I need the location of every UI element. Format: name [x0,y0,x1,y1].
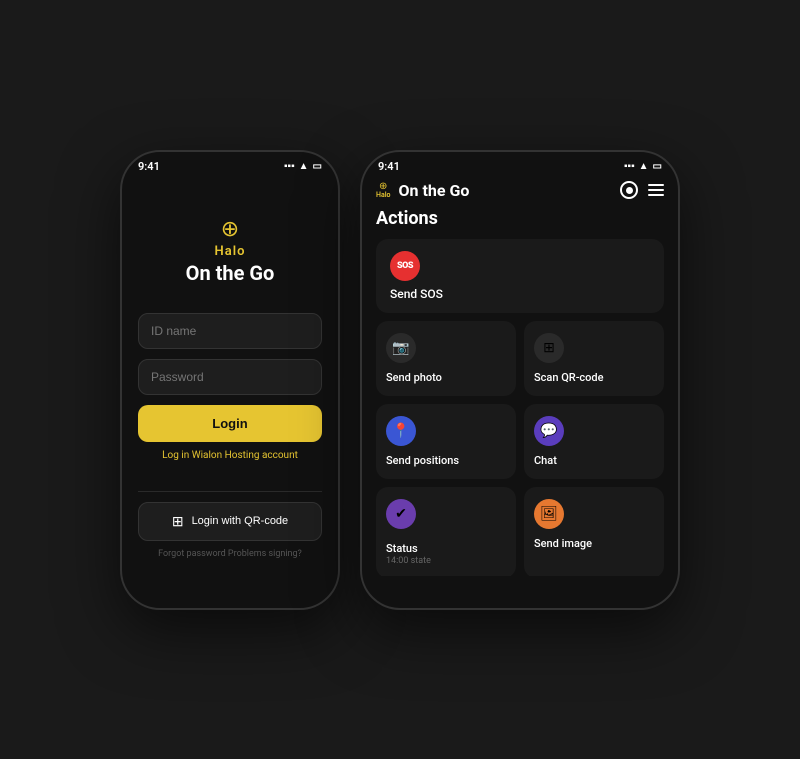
qr-button-label: Login with QR-code [192,515,289,527]
send-image-card[interactable]: 🖼 Send image [524,487,664,576]
right-scroll-area: Actions SOS Send SOS 📷 Send photo ⊞ Scan… [362,208,678,576]
battery-icon: ▭ [313,161,322,172]
right-halo-icon: ⊕ [379,182,387,192]
left-time: 9:41 [138,160,160,173]
right-time: 9:41 [378,160,400,173]
action-row-1: 📷 Send photo ⊞ Scan QR-code [376,321,664,396]
divider [138,491,322,492]
right-battery-icon: ▭ [653,161,662,172]
qr-scan-icon: ⊞ [534,333,564,363]
send-photo-label: Send photo [386,371,506,384]
status-card[interactable]: ✔ Status 14:00 state [376,487,516,576]
status-label: Status [386,542,418,555]
sos-icon: SOS [390,251,420,281]
scan-qr-card[interactable]: ⊞ Scan QR-code [524,321,664,396]
action-row-2: 📍 Send positions 💬 Chat [376,404,664,479]
halo-pin-icon: ⊕ [221,217,239,242]
forgot-text[interactable]: Forgot password Problems signing? [158,549,302,559]
left-status-bar: 9:41 ▪▪▪ ▲ ▭ [122,152,338,177]
left-content: ⊕ Halo On the Go Login Log in Wialon Hos… [122,177,338,579]
left-logo-area: ⊕ Halo On the Go [186,217,275,285]
record-button[interactable] [620,181,638,199]
login-button[interactable]: Login [138,405,322,442]
qr-icon: ⊞ [172,513,184,530]
header-actions [620,181,664,199]
right-signal-icon: ▪▪▪ [624,161,635,172]
menu-button[interactable] [648,184,664,196]
qr-login-button[interactable]: ⊞ Login with QR-code [138,502,322,541]
left-brand: Halo [215,244,246,259]
right-status-bar: 9:41 ▪▪▪ ▲ ▭ [362,152,678,177]
record-dot [626,187,633,194]
wifi-icon: ▲ [299,161,309,172]
left-phone: 9:41 ▪▪▪ ▲ ▭ ⊕ Halo On the Go Login Log … [120,150,340,610]
id-name-input[interactable] [138,313,322,349]
status-sub: 14:00 state [386,556,506,566]
send-sos-card[interactable]: SOS Send SOS [376,239,664,313]
chat-card[interactable]: 💬 Chat [524,404,664,479]
send-image-label: Send image [534,537,654,550]
right-logo-wrap: ⊕ Halo [376,182,391,199]
status-label-wrap: Status 14:00 state [386,537,506,566]
menu-line-1 [648,184,664,186]
send-positions-label: Send positions [386,454,506,467]
wialon-link[interactable]: Log in Wialon Hosting account [162,450,298,461]
send-positions-card[interactable]: 📍 Send positions [376,404,516,479]
menu-line-3 [648,194,664,196]
action-row-3: ✔ Status 14:00 state 🖼 Send image [376,487,664,576]
actions-title: Actions [376,208,664,229]
send-photo-card[interactable]: 📷 Send photo [376,321,516,396]
right-phone: 9:41 ▪▪▪ ▲ ▭ ⊕ Halo On the Go Actions [360,150,680,610]
chat-icon: 💬 [534,416,564,446]
right-header: ⊕ Halo On the Go [362,177,678,208]
left-app-title: On the Go [186,261,275,285]
left-status-icons: ▪▪▪ ▲ ▭ [284,161,322,172]
send-sos-label: Send SOS [390,287,650,301]
camera-icon: 📷 [386,333,416,363]
location-icon: 📍 [386,416,416,446]
menu-line-2 [648,189,664,191]
chat-label: Chat [534,454,654,467]
scan-qr-label: Scan QR-code [534,371,654,384]
right-status-icons: ▪▪▪ ▲ ▭ [624,161,662,172]
right-app-title: On the Go [399,181,613,200]
password-input[interactable] [138,359,322,395]
image-icon: 🖼 [534,499,564,529]
status-icon: ✔ [386,499,416,529]
right-brand-label: Halo [376,192,391,199]
right-wifi-icon: ▲ [639,161,649,172]
signal-icon: ▪▪▪ [284,161,295,172]
